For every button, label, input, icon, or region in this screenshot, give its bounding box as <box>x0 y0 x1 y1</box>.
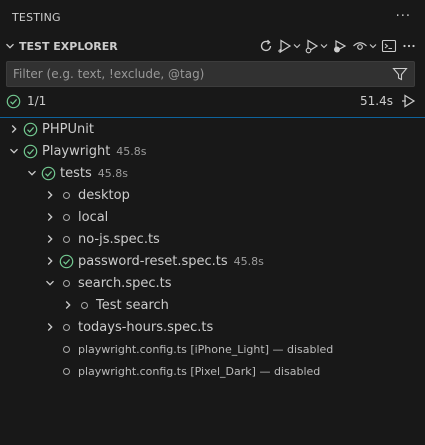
chevron-right-icon[interactable] <box>42 316 58 338</box>
tree-item-label: desktop <box>78 187 130 203</box>
view-eye-icon[interactable] <box>352 35 377 57</box>
twistie-spacer <box>42 360 58 382</box>
coverage-icon[interactable] <box>332 35 348 57</box>
tree-item[interactable]: playwright.config.ts [Pixel_Dark] — disa… <box>0 360 425 382</box>
chevron-right-icon[interactable] <box>42 250 58 272</box>
filter-funnel-icon[interactable] <box>392 66 408 86</box>
tree-item-label: Test search <box>96 297 169 313</box>
summary-duration: 51.4s <box>360 94 393 108</box>
test-summary: 1/1 51.4s <box>0 90 425 112</box>
tree-item[interactable]: local <box>0 206 425 228</box>
tree-item-duration: 45.8s <box>233 254 264 268</box>
tree-item[interactable]: search.spec.ts <box>0 272 425 294</box>
chevron-right-icon[interactable] <box>42 228 58 250</box>
unset-status-circle-icon <box>58 360 74 382</box>
chevron-down-icon[interactable] <box>2 40 18 52</box>
chevron-right-icon[interactable] <box>42 206 58 228</box>
tree-item-label: playwright.config.ts [iPhone_Light] — di… <box>78 342 334 356</box>
unset-status-circle-icon <box>58 316 74 338</box>
test-tree: PHPUnit Playwright 45.8s tests 45.8s desktop l… <box>0 118 425 382</box>
run-tests-icon[interactable] <box>278 35 301 57</box>
panel-header: TESTING ··· <box>0 0 425 35</box>
terminal-output-icon[interactable] <box>381 35 397 57</box>
chevron-down-icon[interactable] <box>6 140 22 162</box>
tree-item-label: todays-hours.spec.ts <box>78 319 214 335</box>
tree-item[interactable]: todays-hours.spec.ts <box>0 316 425 338</box>
tree-item-label: PHPUnit <box>42 121 94 137</box>
tree-item[interactable]: no-js.spec.ts <box>0 228 425 250</box>
tree-item-label: Playwright <box>42 143 111 159</box>
unset-status-circle-icon <box>58 338 74 360</box>
tree-item[interactable]: desktop <box>0 184 425 206</box>
filter-box <box>6 61 415 87</box>
tree-item-label: tests <box>60 165 92 181</box>
rerun-icon[interactable] <box>401 93 417 113</box>
chevron-right-icon[interactable] <box>60 294 76 316</box>
passed-check-icon <box>6 94 21 109</box>
tree-item[interactable]: Playwright 45.8s <box>0 140 425 162</box>
tree-item[interactable]: playwright.config.ts [iPhone_Light] — di… <box>0 338 425 360</box>
debug-tests-icon[interactable] <box>305 35 328 57</box>
unset-status-circle-icon <box>58 184 74 206</box>
chevron-down-icon[interactable] <box>42 272 58 294</box>
chevron-right-icon[interactable] <box>42 184 58 206</box>
unset-status-circle-icon <box>58 272 74 294</box>
summary-count: 1/1 <box>27 94 47 108</box>
tree-item[interactable]: Test search <box>0 294 425 316</box>
unset-status-circle-icon <box>76 294 92 316</box>
passed-check-icon <box>22 118 38 140</box>
tree-item-label: playwright.config.ts [Pixel_Dark] — disa… <box>78 364 321 378</box>
tree-item-duration: 45.8s <box>97 166 128 180</box>
tree-item[interactable]: tests 45.8s <box>0 162 425 184</box>
chevron-right-icon[interactable] <box>6 118 22 140</box>
panel-title: TESTING <box>12 11 61 24</box>
tree-item[interactable]: password-reset.spec.ts 45.8s <box>0 250 425 272</box>
tree-item[interactable]: PHPUnit <box>0 118 425 140</box>
unset-status-circle-icon <box>58 228 74 250</box>
unset-status-circle-icon <box>58 206 74 228</box>
chevron-down-icon[interactable] <box>24 162 40 184</box>
tree-item-label: local <box>78 209 109 225</box>
panel-more-actions-icon[interactable]: ··· <box>396 9 411 24</box>
tree-item-label: no-js.spec.ts <box>78 231 160 247</box>
more-actions-icon[interactable] <box>401 35 417 57</box>
passed-check-icon <box>22 140 38 162</box>
passed-check-icon <box>40 162 56 184</box>
section-title: TEST EXPLORER <box>19 39 118 53</box>
tree-item-duration: 45.8s <box>116 144 147 158</box>
filter-input[interactable] <box>13 67 383 81</box>
section-toolbar <box>254 35 417 57</box>
refresh-tests-icon[interactable] <box>258 35 274 57</box>
tree-item-label: password-reset.spec.ts <box>78 253 228 269</box>
passed-check-icon <box>58 250 74 272</box>
twistie-spacer <box>42 338 58 360</box>
tree-item-label: search.spec.ts <box>78 275 172 291</box>
test-explorer-section-header[interactable]: TEST EXPLORER <box>0 35 425 57</box>
